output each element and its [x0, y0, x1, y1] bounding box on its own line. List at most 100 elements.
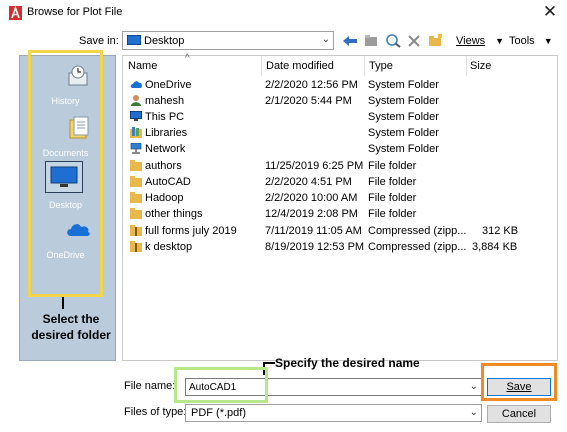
cancel-button[interactable]: Cancel: [487, 405, 551, 423]
file-name: k desktop: [145, 241, 193, 253]
desktop-icon: [127, 35, 141, 45]
file-type: File folder: [368, 160, 417, 172]
autocad-app-icon: [9, 6, 22, 20]
back-arrow-icon: [343, 35, 357, 46]
new-folder-button[interactable]: [426, 31, 444, 50]
file-name: This PC: [145, 111, 185, 123]
search-web-button[interactable]: [383, 31, 403, 50]
annotation-pointer-line: [62, 297, 64, 309]
file-type-value: PDF (*.pdf): [191, 407, 247, 419]
delete-x-icon: [408, 34, 420, 47]
column-header-name[interactable]: Name: [128, 60, 157, 72]
search-web-icon: [385, 33, 401, 48]
tools-dropdown-icon: ▼: [543, 35, 553, 46]
window-title: Browse for Plot File: [27, 6, 123, 18]
folder-icon: [130, 160, 142, 171]
file-type: System Folder: [368, 127, 439, 139]
file-type: File folder: [368, 176, 417, 188]
file-type: Compressed (zipp...: [368, 225, 467, 237]
column-separator: [261, 56, 262, 76]
zip-folder-icon: [130, 241, 142, 252]
file-row[interactable]: other things 12/4/2019 2:08 PM File fold…: [128, 206, 548, 222]
file-name-highlight: [174, 367, 268, 403]
file-name: Network: [145, 143, 186, 155]
chevron-down-icon: ⌄: [321, 34, 330, 45]
folder-icon: [130, 208, 142, 219]
file-date: 2/2/2020 10:00 AM: [265, 192, 358, 204]
column-header-date[interactable]: Date modified: [266, 60, 334, 72]
chevron-down-icon[interactable]: ⌄: [470, 381, 478, 392]
file-type-dropdown[interactable]: PDF (*.pdf) ⌄: [185, 404, 482, 422]
file-date: 2/1/2020 5:44 PM: [265, 95, 352, 107]
file-date: 11/25/2019 6:25 PM: [265, 160, 364, 172]
save-in-dropdown[interactable]: Desktop ⌄: [122, 31, 334, 50]
file-type: File folder: [368, 192, 417, 204]
views-label: Views: [456, 34, 486, 47]
onedrive-icon: [130, 81, 142, 88]
column-header-type[interactable]: Type: [369, 60, 393, 72]
delete-button[interactable]: [405, 31, 423, 50]
specify-name-annotation: Specify the desired name: [275, 356, 420, 370]
views-dropdown-icon: ▼: [495, 35, 505, 46]
file-row[interactable]: Hadoop 2/2/2020 10:00 AM File folder: [128, 190, 548, 206]
file-type: System Folder: [368, 95, 439, 107]
file-date: 7/11/2019 11:05 AM: [265, 225, 362, 237]
save-button-highlight: [481, 363, 557, 401]
sort-ascending-icon: ^: [185, 53, 190, 64]
folder-icon: [130, 176, 142, 187]
back-button[interactable]: [340, 31, 360, 50]
new-folder-icon: [428, 34, 442, 46]
file-row[interactable]: Libraries System Folder: [128, 125, 548, 141]
user-icon: [131, 95, 141, 106]
annotation-pointer-line: [263, 362, 275, 364]
file-size: 312 KB: [482, 225, 519, 237]
file-date: 8/19/2019 12:53 PM: [265, 241, 365, 253]
zip-folder-icon: [130, 225, 142, 236]
file-name: Libraries: [145, 127, 188, 139]
tools-menu[interactable]: Tools ▼: [509, 31, 559, 50]
file-size: 3,884 KB: [472, 241, 518, 253]
file-row[interactable]: This PC System Folder: [128, 109, 548, 125]
network-icon: [130, 143, 142, 154]
up-folder-button[interactable]: [361, 31, 381, 50]
save-in-label: Save in:: [79, 35, 119, 47]
column-separator: [466, 56, 467, 76]
file-row[interactable]: k desktop 8/19/2019 12:53 PM Compressed …: [128, 239, 548, 255]
file-type-label: Files of type:: [124, 406, 187, 418]
file-name: Hadoop: [145, 192, 184, 204]
close-button[interactable]: ✕: [539, 2, 561, 22]
file-row[interactable]: full forms july 2019 7/11/2019 11:05 AM …: [128, 223, 548, 239]
file-name-label: File name:: [124, 380, 176, 392]
file-row[interactable]: AutoCAD 2/2/2020 4:51 PM File folder: [128, 174, 548, 190]
file-name: mahesh: [145, 95, 185, 107]
folder-icon: [130, 192, 142, 203]
column-header-size[interactable]: Size: [470, 60, 491, 72]
file-name: other things: [145, 208, 203, 220]
file-type: Compressed (zipp...: [368, 241, 467, 253]
file-row[interactable]: Network System Folder: [128, 141, 548, 157]
chevron-down-icon: ⌄: [469, 407, 478, 418]
file-type: System Folder: [368, 79, 439, 91]
tools-label: Tools: [509, 34, 535, 47]
save-in-value: Desktop: [144, 35, 185, 47]
file-date: 2/2/2020 12:56 PM: [265, 79, 358, 91]
file-name: OneDrive: [145, 79, 192, 91]
select-folder-highlight: [28, 50, 103, 297]
up-folder-icon: [364, 35, 377, 46]
file-row[interactable]: OneDrive 2/2/2020 12:56 PM System Folder: [128, 77, 548, 93]
file-name: authors: [145, 160, 182, 172]
file-date: 2/2/2020 4:51 PM: [265, 176, 352, 188]
column-separator: [364, 56, 365, 76]
file-name: AutoCAD: [145, 176, 191, 188]
file-type: File folder: [368, 208, 417, 220]
file-type: System Folder: [368, 111, 439, 123]
views-menu[interactable]: Views ▼: [456, 31, 508, 50]
file-row[interactable]: authors 11/25/2019 6:25 PM File folder: [128, 158, 548, 174]
file-name: full forms july 2019: [145, 225, 237, 237]
file-type: System Folder: [368, 143, 439, 155]
select-folder-annotation: Select the desired folder: [31, 312, 111, 342]
libraries-icon: [130, 127, 142, 138]
file-row[interactable]: mahesh 2/1/2020 5:44 PM System Folder: [128, 93, 548, 109]
computer-icon: [130, 111, 142, 121]
file-date: 12/4/2019 2:08 PM: [265, 208, 358, 220]
